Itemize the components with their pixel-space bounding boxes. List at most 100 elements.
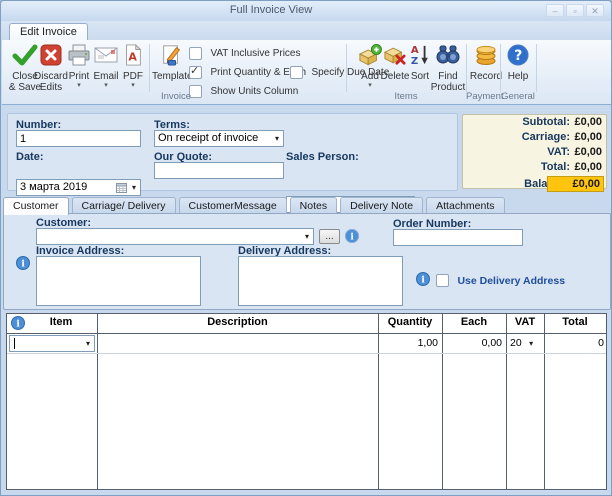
group-label-payment: Payment: [466, 91, 500, 102]
total-value: £0,00: [574, 161, 602, 173]
svg-text:i: i: [350, 233, 354, 243]
red-x-icon: [40, 44, 62, 66]
invoice-items-table: i Item Description Quantity Each VAT Tot…: [6, 313, 607, 490]
close-icon[interactable]: ✕: [586, 4, 604, 17]
vat-value: £0,00: [574, 146, 602, 158]
chevron-down-icon: ▾: [525, 337, 538, 351]
ribbon-separator: [346, 44, 347, 92]
total-row: Total: £0,00: [463, 161, 606, 175]
date-picker[interactable]: 3 марта 2019 ▾: [16, 179, 141, 196]
button-label: Find: [430, 71, 466, 82]
detail-tabs: Customer Carriage/ Delivery CustomerMess…: [3, 197, 505, 213]
tab-carriage-delivery[interactable]: Carriage/ Delivery: [72, 197, 176, 214]
svg-text:i: i: [16, 320, 20, 330]
title-bar: Full Invoice View – ▫ ✕: [1, 1, 611, 21]
chevron-down-icon: ▾: [305, 232, 309, 241]
column-divider: [97, 314, 98, 489]
item-combobox[interactable]: ▾: [9, 335, 95, 352]
chevron-down-icon: ▾: [86, 339, 90, 348]
carriage-label: Carriage:: [522, 131, 570, 143]
checkbox-vat-inclusive-prices[interactable]: VAT Inclusive Prices: [189, 45, 300, 58]
ribbon: Close & Save Discard Edits Print ▾: [2, 40, 612, 105]
tab-attachments[interactable]: Attachments: [426, 197, 504, 214]
svg-text:A: A: [411, 45, 419, 56]
subtotal-row: Subtotal: £0,00: [463, 116, 606, 130]
window-title: Full Invoice View: [1, 4, 541, 16]
carriage-value: £0,00: [574, 131, 602, 143]
balance-row: Balance: £0,00: [463, 178, 606, 192]
info-icon[interactable]: i: [416, 272, 430, 286]
checkbox-box: [189, 47, 202, 60]
sales-person-label: Sales Person:: [286, 151, 359, 163]
info-icon[interactable]: i: [345, 229, 359, 243]
sort-az-icon: A Z: [409, 44, 431, 66]
terms-dropdown[interactable]: On receipt of invoice ▾: [154, 130, 284, 147]
carriage-row: Carriage: £0,00: [463, 131, 606, 145]
row-divider: [7, 353, 606, 354]
column-divider: [506, 314, 507, 489]
browse-customer-button[interactable]: ...: [319, 229, 340, 244]
calendar-icon: [116, 182, 127, 193]
vat-label: VAT:: [547, 146, 570, 158]
invoice-address-textarea[interactable]: [36, 256, 201, 306]
cell-total[interactable]: 0: [544, 337, 604, 349]
use-delivery-address-label: Use Delivery Address: [457, 275, 565, 287]
maximize-icon[interactable]: ▫: [566, 4, 584, 17]
tab-notes[interactable]: Notes: [290, 197, 337, 214]
coins-icon: [475, 44, 497, 66]
full-invoice-window: Full Invoice View – ▫ ✕ Edit Invoice Clo…: [0, 0, 612, 496]
info-icon[interactable]: i: [11, 316, 25, 330]
checkbox-box: [290, 66, 303, 79]
tab-customer-message[interactable]: CustomerMessage: [179, 197, 287, 214]
group-label-items: Items: [346, 91, 466, 102]
button-label: PDF: [115, 71, 151, 82]
vat-rate-value: 20: [510, 337, 522, 349]
pdf-document-icon: A: [123, 44, 143, 66]
our-quote-input[interactable]: [154, 162, 284, 179]
svg-text:A: A: [128, 51, 137, 64]
checkbox-print-quantity-each[interactable]: Print Quantity & Each: [189, 64, 306, 77]
invoice-header-panel: Number: Terms: On receipt of invoice ▾ D…: [7, 113, 458, 191]
number-input[interactable]: [16, 130, 141, 147]
chevron-down-icon: ▾: [275, 134, 279, 143]
text-cursor: [14, 338, 15, 349]
customer-dropdown[interactable]: ▾: [36, 228, 314, 245]
button-label: Template: [152, 71, 190, 82]
tab-delivery-note[interactable]: Delivery Note: [340, 197, 423, 214]
checkbox-use-delivery-address[interactable]: Use Delivery Address: [436, 272, 565, 290]
checkbox-box: [436, 274, 449, 287]
order-number-input[interactable]: [393, 229, 523, 246]
chevron-down-icon: ▾: [132, 183, 136, 192]
cell-quantity[interactable]: 1,00: [378, 337, 438, 349]
subtotal-label: Subtotal:: [522, 116, 570, 128]
header-vat: VAT: [506, 316, 544, 328]
ribbon-separator: [466, 44, 467, 92]
terms-value: On receipt of invoice: [158, 132, 258, 144]
ribbon-separator: [536, 44, 537, 92]
balance-value: £0,00: [547, 176, 604, 192]
totals-panel: Subtotal: £0,00 Carriage: £0,00 VAT: £0,…: [462, 114, 607, 189]
header-quantity: Quantity: [378, 316, 442, 328]
subtotal-value: £0,00: [574, 116, 602, 128]
cell-vat-dropdown[interactable]: 20 ▾: [510, 337, 538, 351]
svg-text:i: i: [21, 260, 25, 270]
svg-text:?: ?: [514, 48, 522, 64]
group-label-invoice: Invoice: [6, 91, 346, 102]
vat-row: VAT: £0,00: [463, 146, 606, 160]
customer-tab-panel: Customer: ▾ ... i Order Number: i Invoic…: [3, 213, 611, 310]
svg-text:i: i: [421, 276, 425, 286]
checkbox-label: VAT Inclusive Prices: [210, 48, 300, 59]
ribbon-separator: [149, 44, 150, 92]
help-question-icon: ?: [507, 44, 529, 66]
binoculars-icon: [436, 44, 460, 66]
delivery-address-textarea[interactable]: [238, 256, 403, 306]
header-each: Each: [442, 316, 506, 328]
cell-each[interactable]: 0,00: [442, 337, 502, 349]
dropdown-arrow-icon: ▾: [115, 82, 151, 90]
button-label: Help: [501, 71, 535, 82]
minimize-icon[interactable]: –: [546, 4, 564, 17]
svg-text:Z: Z: [411, 56, 418, 66]
info-icon[interactable]: i: [16, 256, 30, 270]
tab-customer[interactable]: Customer: [3, 197, 69, 215]
header-description: Description: [97, 316, 378, 328]
